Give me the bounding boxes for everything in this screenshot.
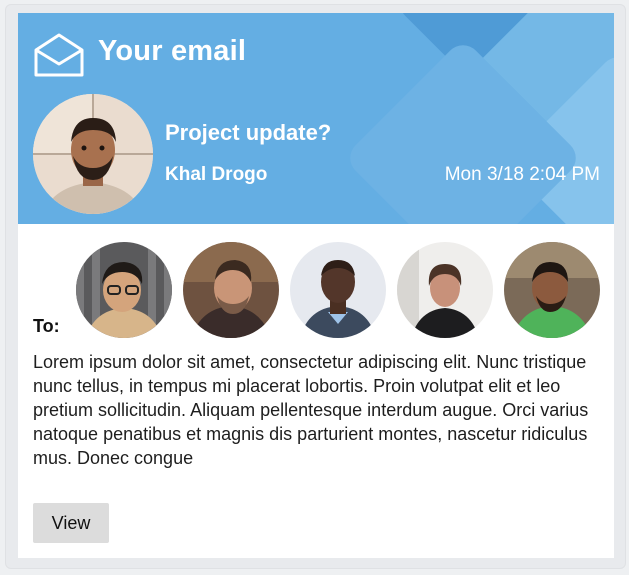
to-label: To: [33, 316, 60, 336]
view-button[interactable]: View [33, 503, 109, 543]
sender-avatar [33, 94, 153, 214]
recipient-avatar [76, 242, 172, 338]
recipient-avatar [290, 242, 386, 338]
recipient-avatar [397, 242, 493, 338]
email-card: Your email Project update? Khal Drogo Mo… [18, 13, 614, 558]
email-header: Your email Project update? Khal Drogo Mo… [18, 13, 614, 224]
sender-name: Khal Drogo [165, 164, 268, 185]
header-title: Your email [98, 35, 247, 67]
email-timestamp: Mon 3/18 2:04 PM [444, 164, 600, 185]
email-subject: Project update? [165, 120, 332, 145]
recipient-avatar [183, 242, 279, 338]
recipient-avatar [504, 242, 600, 338]
envelope-open-icon [33, 32, 85, 78]
email-body: Lorem ipsum dolor sit amet, consectetur … [33, 352, 589, 468]
